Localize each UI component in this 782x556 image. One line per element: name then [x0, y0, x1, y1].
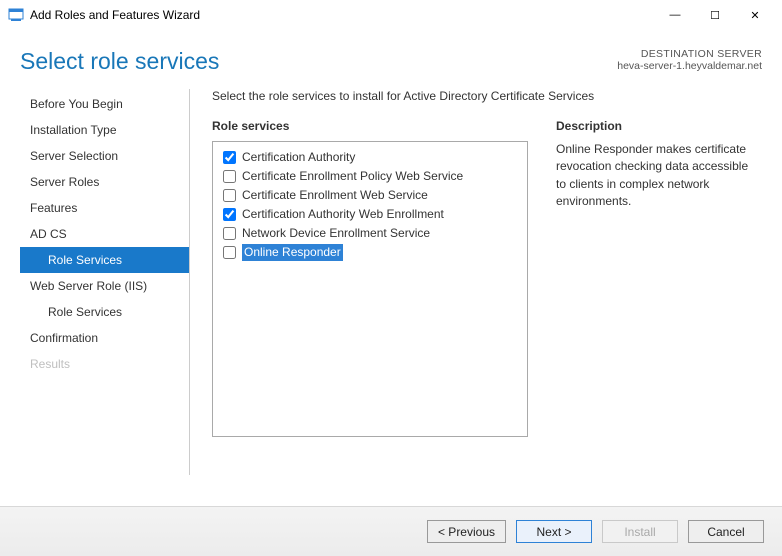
service-certification-authority[interactable]: Certification Authority — [217, 148, 523, 167]
destination-label: DESTINATION SERVER — [617, 48, 762, 60]
service-network-device-enroll[interactable]: Network Device Enrollment Service — [217, 224, 523, 243]
body-row: Before You Begin Installation Type Serve… — [0, 75, 782, 475]
service-checkbox[interactable] — [223, 170, 236, 183]
sidebar-item-role-services-adcs[interactable]: Role Services — [20, 247, 189, 273]
service-label: Certification Authority Web Enrollment — [242, 206, 444, 223]
service-cert-enroll-policy-web[interactable]: Certificate Enrollment Policy Web Servic… — [217, 167, 523, 186]
service-checkbox[interactable] — [223, 246, 236, 259]
role-services-header: Role services — [212, 119, 528, 133]
columns: Role services Certification Authority Ce… — [212, 119, 762, 437]
close-button[interactable]: ✕ — [744, 9, 766, 22]
next-button[interactable]: Next > — [516, 520, 592, 543]
description-text: Online Responder makes certificate revoc… — [556, 141, 754, 211]
main-area: Select the role services to install for … — [190, 89, 762, 475]
sidebar-item-results: Results — [20, 351, 189, 377]
role-services-listbox[interactable]: Certification Authority Certificate Enro… — [212, 141, 528, 437]
page-title: Select role services — [20, 48, 219, 75]
sidebar-item-before-you-begin[interactable]: Before You Begin — [20, 91, 189, 117]
service-checkbox[interactable] — [223, 189, 236, 202]
sidebar-item-server-roles[interactable]: Server Roles — [20, 169, 189, 195]
window-title: Add Roles and Features Wizard — [30, 8, 200, 22]
destination-block: DESTINATION SERVER heva-server-1.heyvald… — [617, 48, 762, 72]
service-label: Online Responder — [242, 244, 343, 261]
service-label: Certificate Enrollment Web Service — [242, 187, 428, 204]
wizard-steps-sidebar: Before You Begin Installation Type Serve… — [20, 89, 190, 475]
service-label: Certification Authority — [242, 149, 355, 166]
sidebar-item-features[interactable]: Features — [20, 195, 189, 221]
title-bar: Add Roles and Features Wizard — ☐ ✕ — [0, 0, 782, 30]
service-checkbox[interactable] — [223, 151, 236, 164]
sidebar-item-confirmation[interactable]: Confirmation — [20, 325, 189, 351]
app-icon — [8, 7, 24, 23]
service-online-responder[interactable]: Online Responder — [217, 243, 523, 262]
sidebar-item-installation-type[interactable]: Installation Type — [20, 117, 189, 143]
service-checkbox[interactable] — [223, 208, 236, 221]
sidebar-item-web-server-role[interactable]: Web Server Role (IIS) — [20, 273, 189, 299]
maximize-button[interactable]: ☐ — [704, 9, 726, 22]
service-cert-enroll-web[interactable]: Certificate Enrollment Web Service — [217, 186, 523, 205]
button-bar: < Previous Next > Install Cancel — [0, 506, 782, 556]
install-button: Install — [602, 520, 678, 543]
description-column: Description Online Responder makes certi… — [556, 119, 762, 437]
description-header: Description — [556, 119, 754, 133]
sidebar-item-role-services-iis[interactable]: Role Services — [20, 299, 189, 325]
window-controls: — ☐ ✕ — [664, 9, 778, 22]
service-ca-web-enrollment[interactable]: Certification Authority Web Enrollment — [217, 205, 523, 224]
cancel-button[interactable]: Cancel — [688, 520, 764, 543]
service-checkbox[interactable] — [223, 227, 236, 240]
service-label: Network Device Enrollment Service — [242, 225, 430, 242]
wizard-body: Select role services DESTINATION SERVER … — [0, 30, 782, 475]
instruction-text: Select the role services to install for … — [212, 89, 762, 103]
sidebar-item-server-selection[interactable]: Server Selection — [20, 143, 189, 169]
previous-button[interactable]: < Previous — [427, 520, 506, 543]
service-label: Certificate Enrollment Policy Web Servic… — [242, 168, 463, 185]
minimize-button[interactable]: — — [664, 9, 686, 22]
page-header: Select role services DESTINATION SERVER … — [0, 30, 782, 75]
sidebar-item-ad-cs[interactable]: AD CS — [20, 221, 189, 247]
destination-host: heva-server-1.heyvaldemar.net — [617, 60, 762, 72]
role-services-column: Role services Certification Authority Ce… — [212, 119, 528, 437]
